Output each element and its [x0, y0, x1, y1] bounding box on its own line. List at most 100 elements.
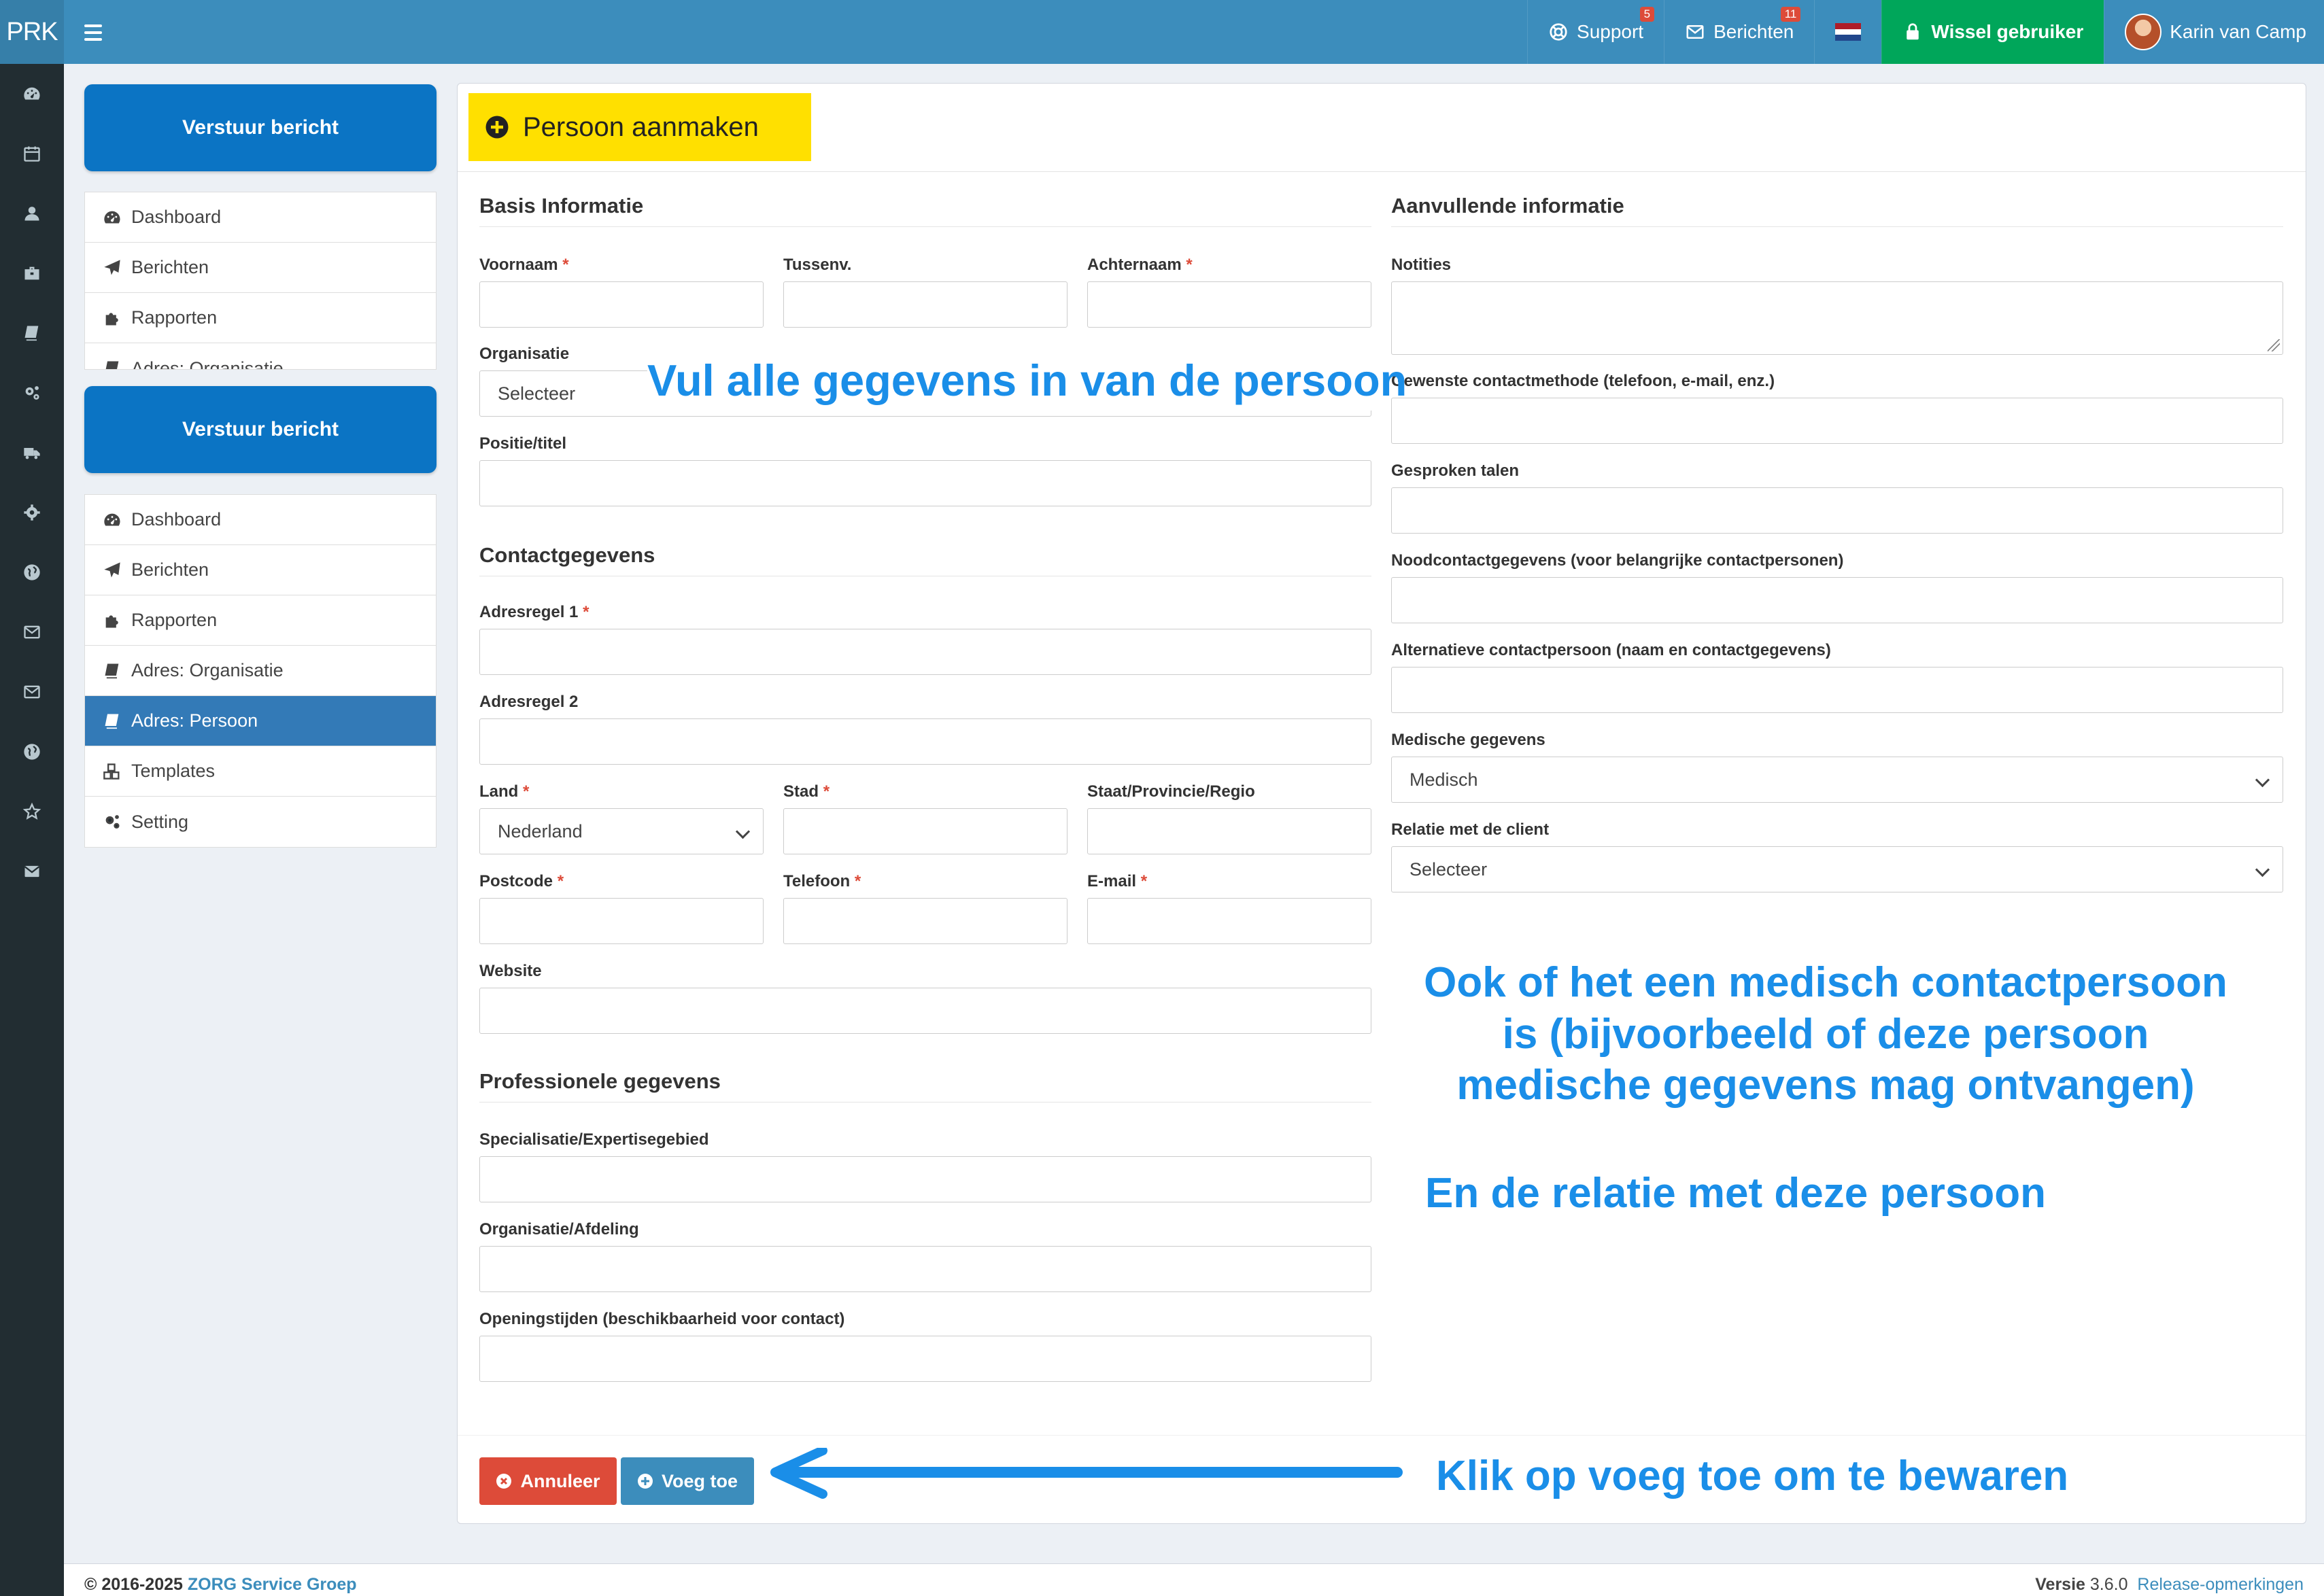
gear-icon[interactable] — [0, 483, 64, 542]
release-notes-link[interactable]: Release-opmerkingen — [2137, 1575, 2304, 1594]
email-label: E-mail * — [1087, 872, 1147, 891]
afdeling-input[interactable] — [479, 1246, 1371, 1292]
dutch-flag-icon — [1835, 23, 1862, 41]
sidebar-item-adres-organisatie[interactable]: Adres: Organisatie — [85, 646, 436, 696]
briefcase-icon[interactable] — [0, 243, 64, 303]
telefoon-input[interactable] — [783, 898, 1067, 944]
envelope-icon[interactable] — [0, 662, 64, 722]
postcode-label-text: Postcode — [479, 872, 553, 890]
notities-textarea[interactable] — [1391, 281, 2283, 355]
page-footer: © 2016-2025 ZORG Service Groep Versie 3.… — [64, 1563, 2324, 1596]
cogs-icon[interactable] — [0, 363, 64, 423]
sidebar-menu-collapsed: Dashboard Berichten Rapporten Adres: Organi… — [84, 192, 437, 370]
contactmethode-input[interactable] — [1391, 398, 2283, 444]
book-icon[interactable] — [0, 303, 64, 363]
user-name: Karin van Camp — [2170, 21, 2306, 42]
achternaam-label: Achternaam * — [1087, 256, 1193, 275]
sidebar-item-berichten[interactable]: Berichten — [85, 545, 436, 595]
annotation-fill-in: Vul alle gegevens in van de persoon — [647, 353, 1407, 411]
sidebar-item-adres-organisatie[interactable]: Adres: Organisatie — [85, 343, 436, 369]
top-header: Support 5 Berichten 11 Wissel gebruiker … — [64, 0, 2324, 64]
envelope-icon[interactable] — [0, 602, 64, 662]
annotation-medical: Ook of het een medisch contactpersoon is… — [1387, 957, 2264, 1111]
menu-toggle-icon[interactable] — [84, 19, 112, 46]
add-button[interactable]: Voeg toe — [621, 1457, 754, 1505]
times-circle-icon — [496, 1474, 512, 1489]
achternaam-input[interactable] — [1087, 281, 1371, 328]
section-aanvullende-informatie: Aanvullende informatie — [1391, 194, 2283, 227]
cancel-button[interactable]: Annuleer — [479, 1457, 617, 1505]
sidebar-item-setting[interactable]: Setting — [85, 797, 436, 847]
globe-icon[interactable] — [0, 722, 64, 782]
star-icon[interactable] — [0, 782, 64, 842]
openingstijden-input[interactable] — [479, 1336, 1371, 1382]
sidebar-item-label: Setting — [131, 811, 189, 832]
user-icon[interactable] — [0, 184, 64, 243]
sidebar-item-rapporten[interactable]: Rapporten — [85, 595, 436, 646]
required-mark: * — [557, 872, 564, 890]
add-label: Voeg toe — [661, 1470, 738, 1491]
sidebar-menu: Dashboard Berichten Rapporten Adres: Organi… — [84, 494, 437, 848]
voornaam-input[interactable] — [479, 281, 764, 328]
sidebar-item-adres-persoon[interactable]: Adres: Persoon — [85, 696, 436, 746]
afdeling-label: Organisatie/Afdeling — [479, 1220, 639, 1238]
page-title-text: Persoon aanmaken — [523, 111, 759, 142]
website-input[interactable] — [479, 988, 1371, 1034]
required-mark: * — [854, 872, 861, 890]
sidebar-item-dashboard[interactable]: Dashboard — [85, 495, 436, 545]
telefoon-label: Telefoon * — [783, 872, 861, 891]
email-input[interactable] — [1087, 898, 1371, 944]
adres1-label-text: Adresregel 1 — [479, 603, 579, 621]
postcode-input[interactable] — [479, 898, 764, 944]
positie-input[interactable] — [479, 460, 1371, 506]
envelope-solid-icon[interactable] — [0, 842, 64, 901]
globe-icon[interactable] — [0, 542, 64, 602]
adres2-input[interactable] — [479, 718, 1371, 765]
page-title: Persoon aanmaken — [468, 93, 811, 161]
dashboard-icon[interactable] — [0, 64, 64, 124]
send-message-button[interactable]: Verstuur bericht — [84, 386, 437, 473]
calendar-icon[interactable] — [0, 124, 64, 184]
plus-circle-icon — [485, 116, 509, 139]
paper-plane-icon — [103, 561, 122, 580]
sidebar-item-label: Adres: Persoon — [131, 710, 258, 731]
alternatief-label: Alternatieve contactpersoon (naam en con… — [1391, 641, 1831, 659]
adres1-input[interactable] — [479, 629, 1371, 675]
app-logo[interactable]: PRK — [0, 0, 64, 64]
sidebar-item-templates[interactable]: Templates — [85, 746, 436, 797]
tussenv-input[interactable] — [783, 281, 1067, 328]
language-selector[interactable] — [1814, 0, 1881, 64]
berichten-link[interactable]: Berichten 11 — [1664, 0, 1814, 64]
sidebar-item-label: Dashboard — [131, 509, 222, 530]
send-message-button-top[interactable]: Verstuur bericht — [84, 84, 437, 171]
truck-icon[interactable] — [0, 423, 64, 483]
user-menu[interactable]: Karin van Camp — [2104, 0, 2324, 64]
voornaam-label-text: Voornaam — [479, 256, 558, 274]
email-label-text: E-mail — [1087, 872, 1137, 890]
alternatief-input[interactable] — [1391, 667, 2283, 713]
required-mark: * — [562, 256, 569, 274]
land-select[interactable]: Nederland — [479, 808, 764, 854]
required-mark: * — [823, 782, 830, 801]
wissel-gebruiker-button[interactable]: Wissel gebruiker — [1881, 0, 2104, 64]
sidebar-item-rapporten[interactable]: Rapporten — [85, 293, 436, 343]
noodcontact-input[interactable] — [1391, 577, 2283, 623]
sidebar-item-dashboard[interactable]: Dashboard — [85, 192, 436, 243]
adres2-label: Adresregel 2 — [479, 693, 579, 711]
relatie-select[interactable]: Selecteer — [1391, 846, 2283, 892]
create-person-panel: Persoon aanmaken Basis Informatie Voorna… — [457, 83, 2306, 1524]
dashboard-icon — [103, 208, 122, 227]
sidebar-item-berichten[interactable]: Berichten — [85, 243, 436, 293]
stad-input[interactable] — [783, 808, 1067, 854]
talen-input[interactable] — [1391, 487, 2283, 534]
support-link[interactable]: Support 5 — [1527, 0, 1664, 64]
company-link[interactable]: ZORG Service Groep — [188, 1575, 357, 1594]
medisch-select[interactable]: Medisch — [1391, 757, 2283, 803]
section-contactgegevens: Contactgegevens — [479, 543, 1371, 576]
staat-input[interactable] — [1087, 808, 1371, 854]
book-icon — [103, 712, 122, 731]
openingstijden-label: Openingstijden (beschikbaarheid voor con… — [479, 1310, 845, 1328]
specialisatie-input[interactable] — [479, 1156, 1371, 1202]
berichten-badge: 11 — [1780, 7, 1801, 22]
contactmethode-label: Gewenste contactmethode (telefoon, e-mai… — [1391, 372, 1775, 390]
